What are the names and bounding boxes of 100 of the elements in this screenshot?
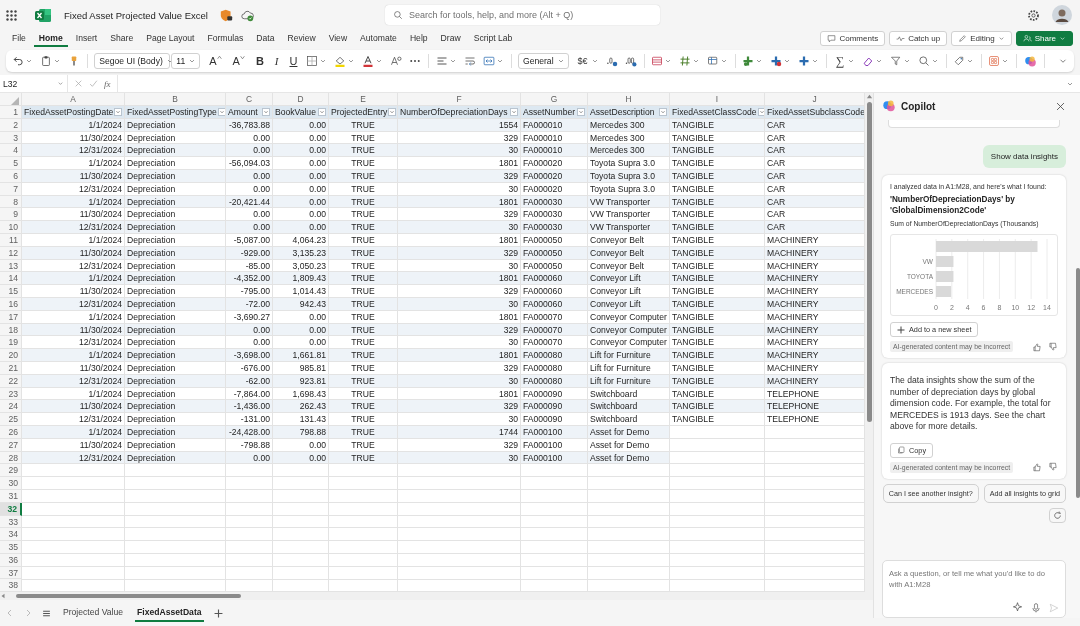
currency-button[interactable]: $€: [575, 56, 590, 66]
font-size-dropdown[interactable]: 11: [171, 53, 201, 69]
share-button[interactable]: Share: [1015, 31, 1073, 46]
menu-tab[interactable]: File: [7, 30, 31, 47]
paste-icon[interactable]: [40, 55, 52, 67]
font-color-icon[interactable]: [362, 55, 375, 67]
filter-dropdown-icon[interactable]: [262, 107, 270, 116]
thumbs-down-icon[interactable]: [1048, 462, 1058, 473]
caret-icon[interactable]: [930, 57, 939, 65]
microphone-icon[interactable]: [1031, 602, 1041, 613]
spreadsheet-logo-icon[interactable]: [35, 7, 52, 23]
row-header[interactable]: 9: [0, 208, 22, 222]
app-launcher-icon[interactable]: [6, 9, 17, 21]
caret-icon[interactable]: [1001, 57, 1010, 65]
caret-icon[interactable]: [448, 57, 457, 65]
row-header[interactable]: 24: [0, 400, 22, 414]
row-header[interactable]: 10: [0, 221, 22, 234]
cell-styles-icon[interactable]: [706, 55, 719, 67]
column-header[interactable]: B: [125, 93, 226, 106]
search-icon[interactable]: [917, 55, 930, 67]
row-header[interactable]: 5: [0, 157, 22, 170]
caret-icon[interactable]: [347, 57, 356, 65]
catchup-button[interactable]: Catch up: [889, 31, 948, 46]
previous-sheet-icon[interactable]: [6, 609, 14, 618]
format-cells-icon[interactable]: [798, 55, 811, 67]
caret-icon[interactable]: [590, 57, 599, 65]
caret-icon[interactable]: [846, 57, 855, 65]
row-header[interactable]: 20: [0, 349, 22, 362]
sparkle-icon[interactable]: [1012, 602, 1023, 613]
column-header[interactable]: C: [226, 93, 273, 106]
caret-icon[interactable]: [691, 57, 700, 65]
column-header[interactable]: A: [22, 93, 125, 106]
menu-tab[interactable]: Draw: [435, 30, 466, 47]
add-sheet-icon[interactable]: [213, 608, 223, 618]
fill-color-icon[interactable]: [334, 55, 347, 67]
grow-font-button[interactable]: A: [207, 55, 224, 67]
column-header[interactable]: D: [273, 93, 329, 106]
menu-tab[interactable]: View: [323, 30, 353, 47]
sheet-tab[interactable]: FixedAssetData: [135, 604, 204, 623]
eraser-icon[interactable]: [861, 55, 874, 67]
delete-cells-icon[interactable]: [770, 55, 783, 67]
menu-tab[interactable]: Share: [105, 30, 139, 47]
cancel-icon[interactable]: [74, 79, 83, 88]
column-header[interactable]: E: [329, 93, 398, 106]
caret-icon[interactable]: [57, 80, 64, 87]
menu-icon[interactable]: [42, 608, 51, 618]
filter-dropdown-icon[interactable]: [510, 107, 518, 116]
caret-icon[interactable]: [319, 57, 328, 65]
caret-icon[interactable]: [874, 57, 883, 65]
row-header[interactable]: 25: [0, 413, 22, 426]
scroll-left-icon[interactable]: [0, 593, 6, 600]
cloud-check-icon[interactable]: [241, 8, 254, 22]
menu-tab[interactable]: Page Layout: [141, 30, 200, 47]
row-header[interactable]: 15: [0, 285, 22, 298]
shield-lock-icon[interactable]: [220, 8, 233, 22]
settings-icon[interactable]: [1027, 8, 1040, 22]
caret-icon[interactable]: [556, 57, 565, 65]
close-icon[interactable]: [1055, 100, 1066, 112]
merge-icon[interactable]: [482, 55, 495, 67]
italic-button[interactable]: I: [272, 55, 281, 67]
menu-tab[interactable]: Data: [251, 30, 280, 47]
insert-cells-icon[interactable]: [742, 55, 755, 67]
caret-icon[interactable]: [719, 57, 728, 65]
caret-icon[interactable]: [902, 57, 911, 65]
decrease-decimal-icon[interactable]: [624, 55, 637, 67]
caret-icon[interactable]: [663, 57, 672, 65]
row-header[interactable]: 30: [0, 477, 22, 490]
row-header[interactable]: 35: [0, 541, 22, 554]
filter-dropdown-icon[interactable]: [388, 107, 397, 116]
caret-icon[interactable]: [783, 57, 792, 65]
row-header[interactable]: 38: [0, 579, 22, 593]
increase-decimal-icon[interactable]: [605, 55, 618, 67]
caret-icon[interactable]: [53, 57, 61, 65]
column-header[interactable]: G: [521, 93, 588, 106]
add-ins-icon[interactable]: [988, 55, 1001, 67]
caret-icon[interactable]: [375, 57, 384, 65]
menu-tab[interactable]: Script Lab: [468, 30, 518, 47]
bold-button[interactable]: B: [253, 55, 266, 67]
caret-icon[interactable]: [811, 57, 820, 65]
name-box[interactable]: L32: [0, 75, 68, 92]
search-field[interactable]: Search for tools, help, and more (Alt + Q): [385, 5, 660, 25]
column-header[interactable]: I: [670, 93, 765, 106]
comments-button[interactable]: Comments: [820, 31, 886, 46]
caret-icon[interactable]: [755, 57, 764, 65]
row-header[interactable]: 14: [0, 272, 22, 286]
filter-dropdown-icon[interactable]: [318, 107, 326, 116]
filter-dropdown-icon[interactable]: [577, 107, 585, 116]
text-effects-icon[interactable]: [390, 55, 403, 67]
tag-icon[interactable]: [953, 55, 966, 67]
caret-icon[interactable]: [495, 57, 504, 65]
filter-dropdown-icon[interactable]: [659, 107, 667, 116]
caret-icon[interactable]: [188, 57, 197, 65]
menu-tab[interactable]: Home: [33, 30, 68, 47]
menu-tab[interactable]: Automate: [355, 30, 402, 47]
scrollbar-thumb[interactable]: [866, 102, 872, 422]
document-title[interactable]: Fixed Asset Projected Value Excel: [64, 9, 208, 21]
undo-icon[interactable]: [12, 55, 24, 67]
table-format-icon[interactable]: [678, 55, 691, 67]
column-header[interactable]: J: [765, 93, 865, 106]
conditional-format-icon[interactable]: [650, 55, 663, 67]
